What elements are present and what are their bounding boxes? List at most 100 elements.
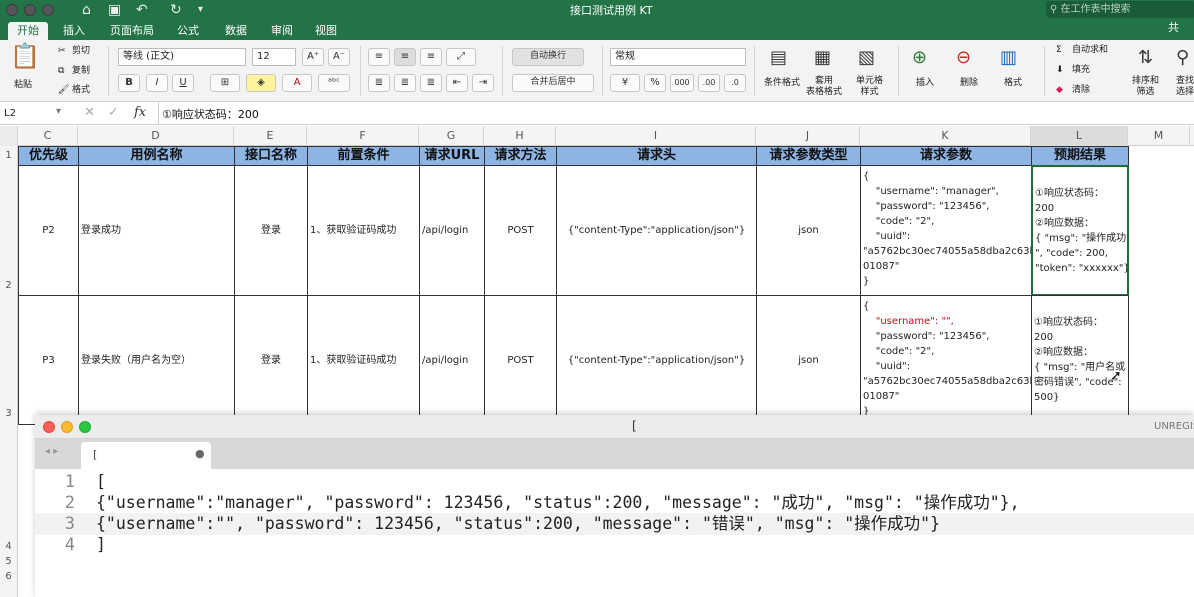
orientation-button[interactable]: ⤢ xyxy=(446,48,476,66)
home-icon[interactable]: ⌂ xyxy=(82,1,91,19)
row-header-6[interactable]: 6 xyxy=(0,570,18,584)
tab-nav-arrows-icon[interactable]: ◂ ▸ xyxy=(45,446,58,457)
font-size-select[interactable]: 12 xyxy=(252,48,296,66)
table-cell[interactable]: POST xyxy=(484,165,557,296)
header-cell-url[interactable]: 请求URL xyxy=(419,146,485,166)
customize-toolbar-icon[interactable]: ▾ xyxy=(198,1,203,19)
table-format-button[interactable]: 套用 表格格式 xyxy=(806,76,842,98)
font-name-select[interactable]: 等线 (正文) xyxy=(118,48,246,66)
cancel-icon[interactable]: ✕ xyxy=(84,105,95,120)
column-header-i[interactable]: I xyxy=(556,126,756,146)
thousands-button[interactable]: 000 xyxy=(670,74,694,92)
format-cells-button[interactable]: 格式 xyxy=(1004,78,1022,89)
header-cell-method[interactable]: 请求方法 xyxy=(484,146,557,166)
column-header-m[interactable]: M xyxy=(1128,126,1190,146)
table-cell[interactable]: {"content-Type":"application/json"} xyxy=(556,295,757,425)
clipboard-icon[interactable]: 📋 xyxy=(10,44,40,68)
column-header-k[interactable]: K xyxy=(860,126,1031,146)
code-line[interactable]: {"username":"manager", "password": 12345… xyxy=(96,492,1020,514)
tab-view[interactable]: 视图 xyxy=(308,22,344,40)
table-cell[interactable]: 登录 xyxy=(234,295,308,425)
format-painter-button[interactable]: 格式 xyxy=(72,85,90,96)
code-line[interactable]: [ xyxy=(96,471,106,493)
name-box[interactable]: L2 xyxy=(4,105,64,122)
cell-style-button[interactable]: 单元格 样式 xyxy=(856,76,883,98)
table-cell[interactable]: json xyxy=(756,295,861,425)
autosum-button[interactable]: 自动求和 xyxy=(1072,45,1108,56)
decrease-indent-button[interactable]: ⇤ xyxy=(446,74,468,92)
paste-button[interactable]: 粘贴 xyxy=(14,80,32,91)
table-cell[interactable]: { "username": "manager", "password": "12… xyxy=(860,165,1032,296)
grow-font-button[interactable]: A⁺ xyxy=(302,48,324,66)
fill-color-button[interactable]: ◈ xyxy=(246,74,276,92)
editor-close-icon[interactable] xyxy=(43,421,55,433)
minimize-window-icon[interactable] xyxy=(24,4,36,16)
editor-minimize-icon[interactable] xyxy=(61,421,73,433)
align-top-button[interactable]: ≡ xyxy=(368,48,390,66)
share-button[interactable]: 共 xyxy=(1168,22,1179,33)
unsaved-dot-icon[interactable]: ● xyxy=(195,447,205,460)
enter-icon[interactable]: ✓ xyxy=(108,105,119,120)
formula-input[interactable]: ①响应状态码：200 xyxy=(162,106,259,122)
merge-center-button[interactable]: 合并后居中 xyxy=(512,74,594,92)
column-header-j[interactable]: J xyxy=(756,126,860,146)
underline-button[interactable]: U xyxy=(172,74,194,92)
table-cell[interactable]: 登录失败（用户名为空） xyxy=(78,295,235,425)
table-cell[interactable]: 1、获取验证码成功 xyxy=(307,295,420,425)
fill-button[interactable]: 填充 xyxy=(1072,65,1090,76)
header-cell-param-type[interactable]: 请求参数类型 xyxy=(756,146,861,166)
header-cell-case-name[interactable]: 用例名称 xyxy=(78,146,235,166)
row-header-2[interactable]: 2 xyxy=(0,166,18,295)
selected-cell-l2[interactable]: ①响应状态码： 200 ②响应数据： { "msg": "操作成功 ", "co… xyxy=(1031,165,1129,296)
editor-zoom-icon[interactable] xyxy=(79,421,91,433)
tab-formulas[interactable]: 公式 xyxy=(170,22,206,40)
code-line[interactable]: ] xyxy=(96,534,106,556)
column-header-l[interactable]: L xyxy=(1031,126,1128,146)
increase-decimal-button[interactable]: .00 xyxy=(698,74,720,92)
close-window-icon[interactable] xyxy=(6,4,18,16)
header-cell-priority[interactable]: 优先级 xyxy=(18,146,79,166)
header-cell-params[interactable]: 请求参数 xyxy=(860,146,1032,166)
table-cell[interactable]: 登录 xyxy=(234,165,308,296)
column-header-d[interactable]: D xyxy=(78,126,234,146)
column-header-g[interactable]: G xyxy=(419,126,484,146)
copy-button[interactable]: 复制 xyxy=(72,66,90,77)
row-header-1[interactable]: 1 xyxy=(0,146,18,166)
undo-icon[interactable]: ↶ xyxy=(136,1,148,19)
conditional-format-button[interactable]: 条件格式 xyxy=(764,78,800,89)
sheet-search-input[interactable]: ⚲ 在工作表中搜索 xyxy=(1046,1,1194,18)
insert-cells-button[interactable]: 插入 xyxy=(916,78,934,89)
column-header-e[interactable]: E xyxy=(234,126,307,146)
header-cell-expected[interactable]: 预期结果 xyxy=(1031,146,1129,166)
phonetic-button[interactable]: ᵃᵇᶜ xyxy=(318,74,350,92)
row-header-5[interactable]: 5 xyxy=(0,555,18,569)
table-cell[interactable]: {"content-Type":"application/json"} xyxy=(556,165,757,296)
table-cell[interactable]: P3 xyxy=(18,295,79,425)
align-middle-button[interactable]: ≡ xyxy=(394,48,416,66)
table-cell[interactable]: /api/login xyxy=(419,295,485,425)
clear-button[interactable]: 清除 xyxy=(1072,85,1090,96)
align-right-button[interactable]: ≣ xyxy=(420,74,442,92)
increase-indent-button[interactable]: ⇥ xyxy=(472,74,494,92)
table-cell[interactable]: POST xyxy=(484,295,557,425)
currency-button[interactable]: ¥ xyxy=(610,74,640,92)
delete-cells-button[interactable]: 删除 xyxy=(960,78,978,89)
number-format-select[interactable]: 常规 xyxy=(610,48,746,66)
font-color-button[interactable]: A xyxy=(282,74,312,92)
tab-insert[interactable]: 插入 xyxy=(56,22,92,40)
editor-tab[interactable]: [ ● xyxy=(81,442,211,469)
table-cell[interactable]: ①响应状态码： 200 ②响应数据： { "msg": "用户名或 密码错误",… xyxy=(1031,295,1129,425)
header-cell-precondition[interactable]: 前置条件 xyxy=(307,146,420,166)
wrap-text-button[interactable]: 自动换行 xyxy=(512,48,584,66)
tab-home[interactable]: 开始 xyxy=(8,22,48,40)
align-left-button[interactable]: ≣ xyxy=(368,74,390,92)
table-cell[interactable]: 登录成功 xyxy=(78,165,235,296)
header-cell-api-name[interactable]: 接口名称 xyxy=(234,146,308,166)
save-icon[interactable]: ▣ xyxy=(108,1,121,19)
sort-filter-button[interactable]: 排序和 筛选 xyxy=(1132,76,1159,98)
shrink-font-button[interactable]: A⁻ xyxy=(328,48,350,66)
table-cell[interactable]: /api/login xyxy=(419,165,485,296)
align-bottom-button[interactable]: ≡ xyxy=(420,48,442,66)
column-header-h[interactable]: H xyxy=(484,126,556,146)
find-select-button[interactable]: 查找 选择 xyxy=(1176,76,1194,98)
